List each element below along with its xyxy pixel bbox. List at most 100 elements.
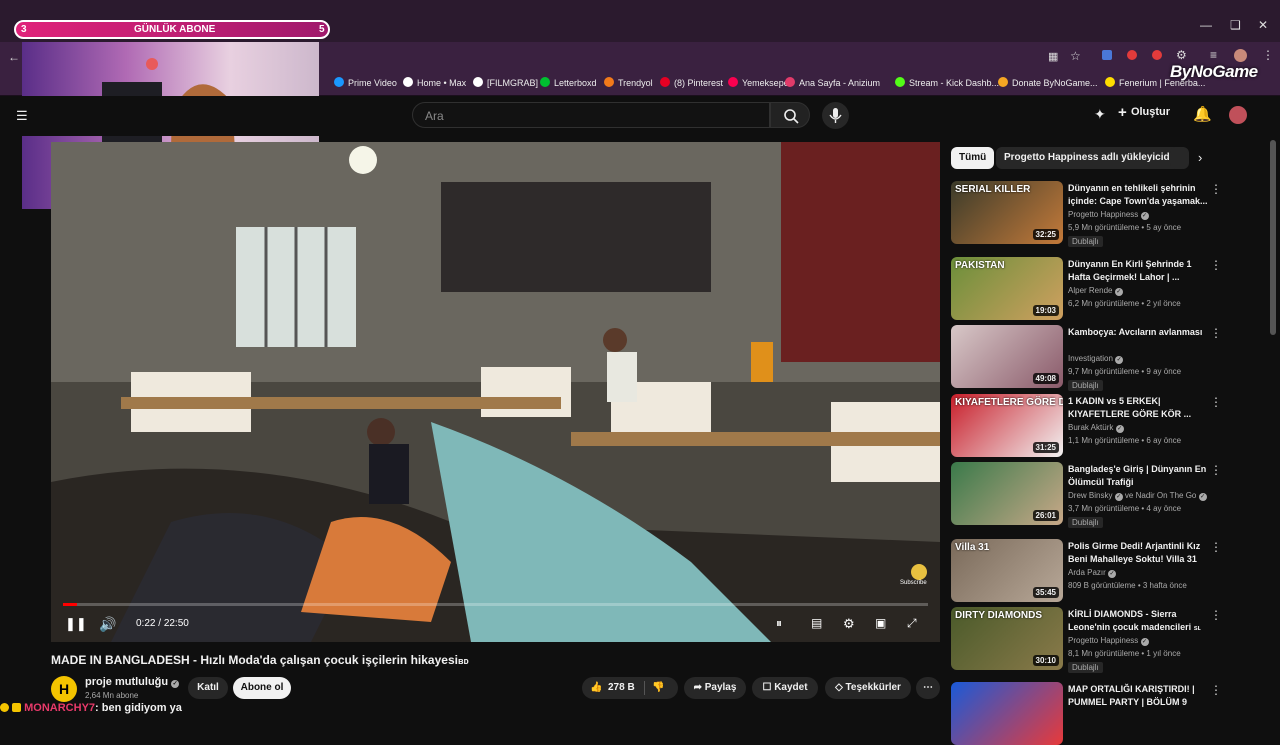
chevron-right-icon[interactable]: › xyxy=(1198,150,1202,165)
restore-icon[interactable]: ❑ xyxy=(1230,18,1241,32)
thanks-button[interactable]: ◇ Teşekkürler xyxy=(825,677,911,699)
recommendation-thumbnail[interactable]: SERIAL KILLER 32:25 xyxy=(951,181,1063,244)
channel-avatar[interactable]: H xyxy=(51,676,77,702)
recommendation-meta: 5,9 Mn görüntüleme • 5 ay önce xyxy=(1068,223,1182,232)
bookmark-item[interactable]: Ana Sayfa - Anizium xyxy=(785,77,880,88)
fullscreen-icon[interactable]: ⤢ xyxy=(907,616,917,631)
recommendation-channel[interactable]: Alper Rende ✓ xyxy=(1068,286,1123,296)
bookmark-item[interactable]: Donate ByNoGame... xyxy=(998,77,1098,88)
pause-icon[interactable]: ❚❚ xyxy=(65,616,87,632)
recommendation-thumbnail[interactable]: PAKISTAN 19:03 xyxy=(951,257,1063,320)
progress-bar[interactable] xyxy=(63,603,928,606)
verified-icon: ✓ xyxy=(1140,212,1149,220)
recommendation-title[interactable]: 1 KADIN vs 5 ERKEK| KIYAFETLERE GÖRE KÖR… xyxy=(1068,395,1208,421)
hamburger-icon[interactable]: ☰ xyxy=(16,108,28,124)
recommendation-title[interactable]: Bangladeş'e Giriş | Dünyanın En Ölümcül … xyxy=(1068,463,1208,489)
recommendation-thumbnail[interactable]: DIRTY DIAMONDS 30:10 xyxy=(951,607,1063,670)
recommendation-title[interactable]: KİRLİ DIAMONDS - Sierra Leone'nin çocuk … xyxy=(1068,608,1208,634)
minimize-icon[interactable]: — xyxy=(1200,18,1212,32)
bookmark-item[interactable]: Stream - Kick Dashb... xyxy=(895,77,999,88)
volume-icon[interactable]: 🔊 xyxy=(99,616,116,633)
search-button[interactable] xyxy=(770,102,810,128)
kebab-menu-icon[interactable]: ⋮ xyxy=(1210,608,1222,622)
thumbs-down-icon[interactable]: 👎 xyxy=(652,677,664,699)
recommendation-title[interactable]: Polis Girme Dedi! Arjantinli Kız Beni Ma… xyxy=(1068,540,1208,566)
recommendation-channel[interactable]: Investigation ✓ xyxy=(1068,354,1124,364)
bookmark-label: Trendyol xyxy=(618,78,653,88)
search-icon xyxy=(784,109,799,124)
recommendation-channel[interactable]: Arda Pazır ✓ xyxy=(1068,568,1117,578)
bookmark-item[interactable]: [FILMGRAB] xyxy=(473,77,538,88)
video-player[interactable]: Subscribe ❚❚ 🔊 0:22 / 22:50 ⏸ ▤ ⚙ ▣ ⤢ xyxy=(51,142,940,642)
puzzle-icon[interactable]: ⚙ xyxy=(1176,48,1187,62)
settings-gear-icon[interactable]: ⚙ xyxy=(843,616,855,632)
bell-icon[interactable]: 🔔 xyxy=(1193,105,1212,123)
share-button[interactable]: ➦ Paylaş xyxy=(684,677,746,699)
recommendation-title[interactable]: Dünyanın En Kirli Şehrinde 1 Hafta Geçir… xyxy=(1068,258,1208,284)
recommendation-title[interactable]: Kamboçya: Avcıların avlanması xyxy=(1068,326,1208,339)
chip-partial[interactable] xyxy=(1170,147,1188,169)
bookmark-item[interactable]: Letterboxd xyxy=(540,77,597,88)
bookmark-label: Letterboxd xyxy=(554,78,597,88)
more-actions-button[interactable]: ⋯ xyxy=(916,677,940,699)
bookmark-item[interactable]: Home • Max xyxy=(403,77,466,88)
subscribe-watermark[interactable]: Subscribe xyxy=(900,580,927,586)
verified-icon: ✓ xyxy=(1198,493,1207,501)
badge-icon xyxy=(0,703,9,712)
close-icon[interactable]: ✕ xyxy=(1258,18,1268,32)
recommendation-thumbnail[interactable] xyxy=(951,682,1063,745)
search-input[interactable]: Ara xyxy=(412,102,770,128)
profile-avatar[interactable] xyxy=(1234,49,1247,62)
channel-name[interactable]: proje mutluluğu ✓ xyxy=(85,676,180,688)
voice-search-button[interactable] xyxy=(822,102,849,129)
bookmark-item[interactable]: (8) Pinterest xyxy=(660,77,723,88)
goal-target: 5 xyxy=(319,24,325,35)
recommendation-channel[interactable]: Drew Binsky ✓ ve Nadir On The Go ✓ xyxy=(1068,491,1207,501)
scrollbar[interactable] xyxy=(1270,140,1276,335)
recommendation-channel[interactable]: Progetto Happiness ✓ xyxy=(1068,636,1149,646)
recommendation-thumbnail[interactable]: 26:01 xyxy=(951,462,1063,525)
chip-uploader[interactable]: Progetto Happiness adlı yükleyiciden xyxy=(996,147,1190,169)
bookmark-item[interactable]: Trendyol xyxy=(604,77,653,88)
kebab-menu-icon[interactable]: ⋮ xyxy=(1262,48,1274,62)
save-button[interactable]: ☐ Kaydet xyxy=(752,677,818,699)
menu-lines-icon[interactable]: ≡ xyxy=(1210,48,1217,62)
thumbs-up-icon[interactable]: 👍 xyxy=(590,677,602,699)
premium-icon[interactable]: ✦ xyxy=(1094,106,1106,123)
miniplayer-icon[interactable]: ▣ xyxy=(875,616,886,630)
duration-badge: 35:45 xyxy=(1032,587,1059,598)
kebab-menu-icon[interactable]: ⋮ xyxy=(1210,683,1222,697)
recommendation-thumbnail[interactable]: Villa 31 35:45 xyxy=(951,539,1063,602)
kebab-menu-icon[interactable]: ⋮ xyxy=(1210,463,1222,477)
kebab-menu-icon[interactable]: ⋮ xyxy=(1210,258,1222,272)
extension-icon[interactable] xyxy=(1127,50,1137,60)
kebab-menu-icon[interactable]: ⋮ xyxy=(1210,540,1222,554)
like-count[interactable]: 278 B xyxy=(608,677,635,699)
recommendation-thumbnail[interactable]: KIYAFETLERE GÖRE DATE 31:25 xyxy=(951,394,1063,457)
autoplay-toggle-icon[interactable]: ⏸ xyxy=(776,616,782,631)
install-icon[interactable]: ▦ xyxy=(1048,50,1058,63)
bookmark-item[interactable]: Prime Video xyxy=(334,77,397,88)
create-button[interactable]: + Oluştur xyxy=(1118,104,1170,121)
chip-all[interactable]: Tümü xyxy=(951,147,995,169)
badge-icon xyxy=(12,703,22,712)
subscribe-button[interactable]: Abone ol xyxy=(233,677,291,699)
kebab-menu-icon[interactable]: ⋮ xyxy=(1210,395,1222,409)
extension-icon[interactable] xyxy=(1102,50,1112,60)
kebab-menu-icon[interactable]: ⋮ xyxy=(1210,326,1222,340)
recommendation-title[interactable]: MAP ORTALIĞI KARIŞTIRDI! | PUMMEL PARTY … xyxy=(1068,683,1208,709)
join-button[interactable]: Katıl xyxy=(188,677,228,699)
recommendation-channel[interactable]: Burak Aktürk ✓ xyxy=(1068,423,1124,433)
kebab-menu-icon[interactable]: ⋮ xyxy=(1210,182,1222,196)
recommendation-title[interactable]: Dünyanın en tehlikeli şehrinin içinde: C… xyxy=(1068,182,1208,208)
subscriber-goal-bar: 3 GÜNLÜK ABONE 5 xyxy=(14,20,330,39)
bookmark-item[interactable]: Yemeksepeti xyxy=(728,77,793,88)
subtitles-icon[interactable]: ▤ xyxy=(811,616,822,630)
recommendation-channel[interactable]: Progetto Happiness ✓ xyxy=(1068,210,1149,220)
back-icon[interactable]: ← xyxy=(8,50,20,64)
bookmark-star-icon[interactable]: ☆ xyxy=(1070,49,1081,63)
recommendation-thumbnail[interactable]: 49:08 xyxy=(951,325,1063,388)
avatar[interactable] xyxy=(1229,106,1247,124)
bookmark-favicon-icon xyxy=(540,77,550,87)
extension-icon[interactable] xyxy=(1152,50,1162,60)
